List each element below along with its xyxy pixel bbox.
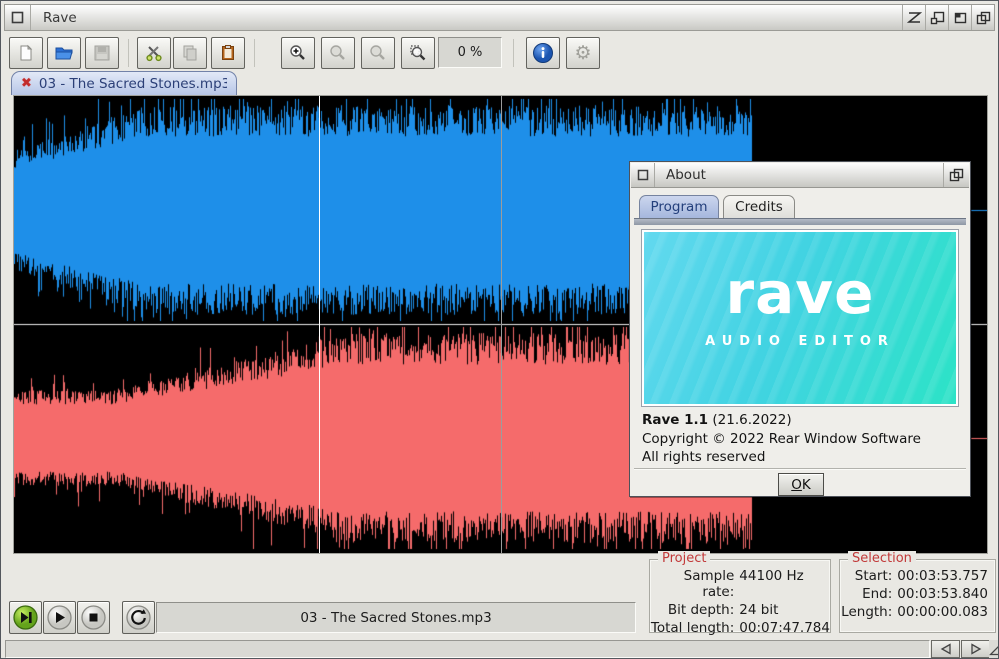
rights-line: All rights reserved [642,449,765,465]
selection-legend: Selection [848,551,916,566]
resize-corner[interactable] [989,640,999,658]
tab-label: 03 - The Sacred Stones.mp3 [39,76,227,92]
logo-wordmark: rave [642,264,958,322]
settings-button[interactable]: ⚙ [566,37,600,69]
selection-row-value: 00:03:53.840 [897,586,988,602]
zoom-in-icon [289,44,307,62]
zoom-window-icon [953,11,968,25]
window-zoom-button[interactable] [948,5,971,30]
project-row-label: Bit depth: [650,602,734,618]
window-depth-button[interactable] [971,5,994,30]
window-close-button[interactable] [5,5,31,30]
window-shrink-button[interactable] [925,5,948,30]
window-iconify-button[interactable] [902,5,925,30]
project-row-label: Total length: [650,620,734,636]
about-titlebar[interactable]: About [631,163,969,188]
close-icon [11,11,24,24]
selection-marker-line [501,96,502,553]
info-icon [532,42,554,64]
play-icon [46,604,73,631]
about-tab-divider [634,218,966,225]
dialog-separator [634,468,966,470]
iconify-icon [907,11,922,24]
selection-row-value: 00:03:53.757 [897,568,988,584]
loop-icon [125,604,152,631]
app-window: Rave [0,0,999,659]
new-button[interactable] [9,37,43,69]
selection-row-label: Length: [841,604,892,620]
horizontal-scrollbar[interactable] [5,640,930,658]
save-icon [93,44,111,62]
zoom-original-icon [369,44,387,62]
open-folder-icon [54,44,74,62]
gear-icon: ⚙ [574,44,591,63]
shrink-icon [930,11,945,25]
paste-clipboard-icon [219,44,237,62]
arrow-left-icon [939,643,953,655]
now-playing-bar: 03 - The Sacred Stones.mp3 [156,602,636,633]
window-title: Rave [43,10,77,26]
ok-button[interactable]: OK [778,473,824,496]
zoom-level-readout: 0 % [438,37,502,68]
open-button[interactable] [47,37,81,69]
close-icon [637,169,649,181]
project-legend: Project [658,551,710,566]
stop-icon [80,604,107,631]
playhead-line [319,96,320,553]
zoom-original-button[interactable] [361,37,395,69]
toolbar-separator [513,39,514,67]
zoom-selection-icon [409,44,427,62]
resize-icon [989,642,999,656]
project-row-value: 44100 Hz [739,568,830,600]
selection-row-label: End: [841,586,892,602]
toolbar-separator [254,39,255,67]
window-titlebar[interactable]: Rave [4,4,995,31]
selection-row-value: 00:00:00.083 [897,604,988,620]
cut-button[interactable] [137,37,171,69]
selection-panel: Selection Start: 00:03:53.757 End: 00:03… [839,559,996,633]
stop-button[interactable] [77,601,110,634]
toolbar-separator [128,39,129,67]
tab-close-icon[interactable]: ✖ [21,77,32,90]
depth-icon [949,168,964,182]
copy-button[interactable] [173,37,207,69]
now-playing-text: 03 - The Sacred Stones.mp3 [300,610,491,626]
zoom-selection-button[interactable] [401,37,435,69]
copy-icon [181,44,199,62]
about-tab-program[interactable]: Program [639,195,719,218]
info-button[interactable] [526,37,560,69]
paste-button[interactable] [211,37,245,69]
save-button[interactable] [85,37,119,69]
zoom-in-button[interactable] [281,37,315,69]
play-pause-button[interactable] [9,601,42,634]
project-row-value: 24 bit [739,602,830,618]
play-button[interactable] [43,601,76,634]
version-rest: (21.6.2022) [708,412,792,428]
document-tab[interactable]: ✖ 03 - The Sacred Stones.mp3 [11,71,237,95]
play-pause-icon [12,604,39,631]
project-panel: Project Sample rate: 44100 Hz Bit depth:… [649,559,831,633]
about-close-button[interactable] [631,163,655,187]
scroll-right-button[interactable] [961,640,990,658]
about-title: About [666,167,706,183]
project-row-label: Sample rate: [650,568,734,600]
rave-logo: rave AUDIO EDITOR [641,229,959,407]
about-dialog: About Program Credits rave AUDIO EDITOR … [629,161,971,497]
loop-button[interactable] [122,601,155,634]
scroll-left-button[interactable] [931,640,960,658]
logo-subtitle: AUDIO EDITOR [642,334,958,349]
selection-row-label: Start: [841,568,892,584]
depth-icon [976,11,991,25]
version-line: Rave 1.1 (21.6.2022) [642,412,792,428]
project-row-value: 00:07:47.784 [739,620,830,636]
copyright-line: Copyright © 2022 Rear Window Software [642,431,921,447]
arrow-right-icon [969,643,983,655]
zoom-out-button[interactable] [321,37,355,69]
about-tab-credits[interactable]: Credits [723,195,795,218]
scissors-icon [145,44,163,62]
version-bold: Rave 1.1 [642,412,708,428]
about-depth-button[interactable] [943,163,969,187]
new-file-icon [17,44,35,62]
zoom-out-icon [329,44,347,62]
